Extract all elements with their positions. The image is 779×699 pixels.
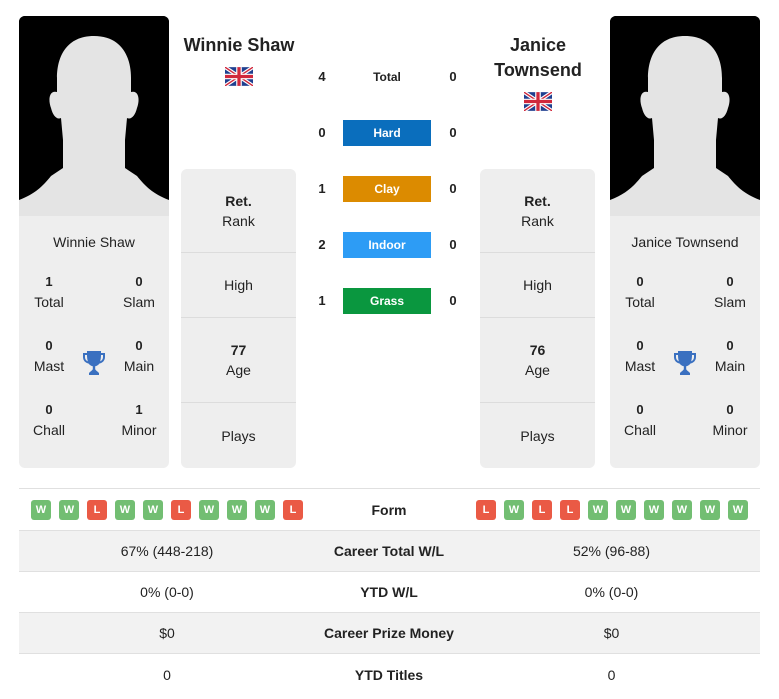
form-win-badge[interactable]: W — [199, 499, 219, 520]
h2h-row-total: 4 Total 0 — [300, 64, 475, 90]
player-left-photo[interactable] — [19, 16, 169, 216]
plays-row: Plays — [221, 427, 256, 444]
form-win-badge[interactable]: W — [588, 499, 608, 520]
form-label: Form — [371, 501, 407, 518]
trophy-icon — [674, 351, 696, 375]
form-win-badge[interactable]: W — [672, 499, 692, 520]
uk-flag-icon — [225, 67, 253, 86]
player-left-info-card: Ret. Rank High 77 Age Plays — [181, 169, 296, 468]
form-win-badge[interactable]: W — [700, 499, 720, 520]
player-left-name[interactable]: Winnie Shaw — [180, 33, 298, 58]
silhouette-icon — [610, 16, 760, 216]
player-left-card-name[interactable]: Winnie Shaw — [19, 234, 169, 254]
player-left-profile-card: Winnie Shaw 1 Total 0 Slam 0 Mast 0 Main 0 Ch… — [19, 16, 169, 468]
player-right-photo[interactable] — [610, 16, 760, 216]
plays-row: Plays — [520, 427, 555, 444]
age-row: 76 Age — [480, 318, 595, 403]
form-loss-badge[interactable]: L — [532, 499, 552, 520]
rank-row: Ret. Rank — [181, 169, 296, 253]
form-win-badge[interactable]: W — [59, 499, 79, 520]
player-right-card-name[interactable]: Janice Townsend — [610, 234, 760, 254]
form-win-badge[interactable]: W — [31, 499, 51, 520]
high-row: High — [181, 253, 296, 318]
player-right-name[interactable]: Janice Townsend — [478, 33, 598, 83]
player-right-form: LWLLWWWWWW — [463, 499, 760, 520]
form-loss-badge[interactable]: L — [476, 499, 496, 520]
titles-minor: 1 Minor — [121, 402, 157, 438]
form-win-badge[interactable]: W — [728, 499, 748, 520]
form-win-badge[interactable]: W — [255, 499, 275, 520]
high-row: High — [480, 253, 595, 318]
trophy-icon — [83, 351, 105, 375]
stat-row-career-wl: 67% (448-218) Career Total W/L 52% (96-8… — [19, 531, 760, 572]
surface-grass-badge[interactable]: Grass — [343, 288, 431, 314]
h2h-row-hard: 0 Hard 0 — [300, 120, 475, 146]
surface-indoor-badge[interactable]: Indoor — [343, 232, 431, 258]
stat-row-ytd-wl: 0% (0-0) YTD W/L 0% (0-0) — [19, 572, 760, 613]
form-row: WWLWWLWWWL Form LWLLWWWWWW — [19, 489, 760, 531]
stat-row-ytd-titles: 0 YTD Titles 0 — [163, 666, 616, 683]
surface-hard-badge[interactable]: Hard — [343, 120, 431, 146]
titles-total: 0 Total — [625, 274, 655, 310]
age-row: 77 Age — [181, 318, 296, 403]
titles-total: 1 Total — [34, 274, 64, 310]
titles-chall: 0 Chall — [624, 402, 656, 438]
stat-row-prize-money: $0 Career Prize Money $0 — [19, 613, 760, 654]
player-right-info-card: Ret. Rank High 76 Age Plays — [480, 169, 595, 468]
titles-slam: 0 Slam — [714, 274, 746, 310]
form-win-badge[interactable]: W — [644, 499, 664, 520]
form-loss-badge[interactable]: L — [283, 499, 303, 520]
h2h-row-clay: 1 Clay 0 — [300, 176, 475, 202]
comparison-table: WWLWWLWWWL Form LWLLWWWWWW 67% (448-218)… — [19, 488, 760, 695]
form-loss-badge[interactable]: L — [171, 499, 191, 520]
surface-clay-badge[interactable]: Clay — [343, 176, 431, 202]
titles-slam: 0 Slam — [123, 274, 155, 310]
titles-minor: 0 Minor — [712, 402, 748, 438]
titles-main: 0 Main — [123, 338, 155, 374]
surface-total-label: Total — [373, 70, 401, 84]
player-left-form: WWLWWLWWWL — [19, 499, 315, 520]
form-loss-badge[interactable]: L — [560, 499, 580, 520]
titles-chall: 0 Chall — [33, 402, 65, 438]
titles-main: 0 Main — [714, 338, 746, 374]
form-win-badge[interactable]: W — [227, 499, 247, 520]
h2h-row-indoor: 2 Indoor 0 — [300, 232, 475, 258]
uk-flag-icon — [524, 92, 552, 111]
titles-mast: 0 Mast — [33, 338, 65, 374]
form-win-badge[interactable]: W — [504, 499, 524, 520]
titles-mast: 0 Mast — [624, 338, 656, 374]
form-loss-badge[interactable]: L — [87, 499, 107, 520]
form-win-badge[interactable]: W — [616, 499, 636, 520]
silhouette-icon — [19, 16, 169, 216]
form-win-badge[interactable]: W — [143, 499, 163, 520]
form-win-badge[interactable]: W — [115, 499, 135, 520]
rank-row: Ret. Rank — [480, 169, 595, 253]
h2h-row-grass: 1 Grass 0 — [300, 288, 475, 314]
player-right-profile-card: Janice Townsend 0 Total 0 Slam 0 Mast 0 Main… — [610, 16, 760, 468]
